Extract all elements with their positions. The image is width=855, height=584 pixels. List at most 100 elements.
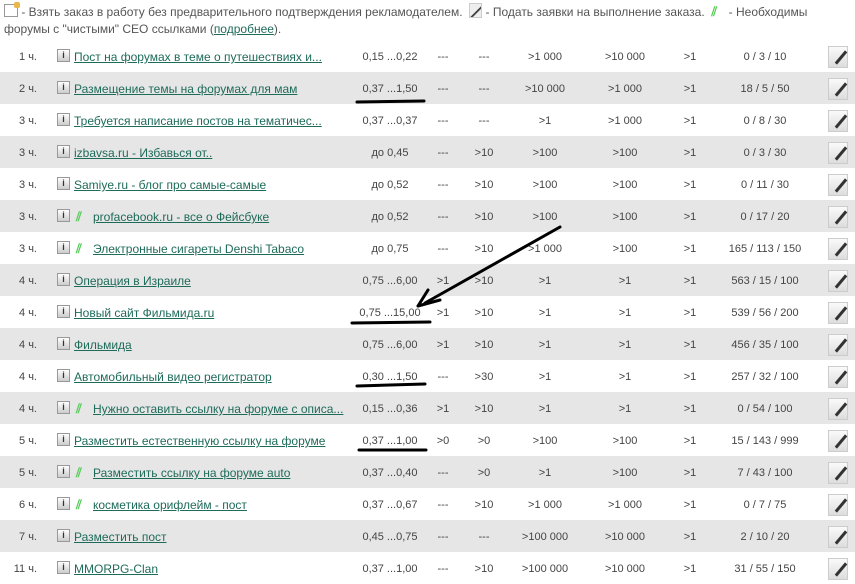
order-title-link[interactable]: Разместить пост <box>74 530 167 544</box>
table-row: 4 ч. i Операция в Израиле 0,75 ...6,00 >1 >10… <box>0 264 855 296</box>
apply-edit-icon[interactable] <box>828 78 848 100</box>
cell-f: 7 / 43 / 100 <box>737 467 793 479</box>
order-title-link[interactable]: Фильмида <box>74 338 132 352</box>
info-icon[interactable]: i <box>57 241 70 254</box>
cell-f: 0 / 54 / 100 <box>737 403 793 415</box>
apply-edit-icon[interactable] <box>828 462 848 484</box>
cell-f: 0 / 3 / 30 <box>743 147 787 159</box>
info-icon[interactable]: i <box>57 561 70 574</box>
time-ago: 2 ч. <box>19 83 37 95</box>
apply-edit-icon[interactable] <box>828 46 848 68</box>
cell-e: >1 <box>683 179 697 191</box>
cell-f: 2 / 10 / 20 <box>740 531 790 543</box>
info-icon[interactable]: i <box>57 177 70 190</box>
cell-e: >1 <box>683 147 697 159</box>
time-ago: 3 ч. <box>19 243 37 255</box>
time-ago: 4 ч. <box>19 339 37 351</box>
order-title-link[interactable]: Нужно оставить ссылку на форуме с описа.… <box>93 402 343 416</box>
time-ago: 7 ч. <box>19 531 37 543</box>
order-title-link[interactable]: косметика орифлейм - пост <box>93 498 247 512</box>
table-row: 3 ч. i Samiye.ru - блог про самые-самые до … <box>0 168 855 200</box>
cell-f: 0 / 8 / 30 <box>743 115 787 127</box>
paperclip-icon: ⫽ <box>76 209 82 224</box>
apply-edit-icon[interactable] <box>828 366 848 388</box>
order-title-link[interactable]: profacebook.ru - все о Фейсбуке <box>93 210 269 224</box>
table-row: 4 ч. i Фильмида 0,75 ...6,00 >1 >10 >1 >1 >1 456 … <box>0 328 855 360</box>
legend-apply-text: - Подать заявки на выполнение заказа. <box>482 5 705 19</box>
apply-edit-icon[interactable] <box>828 494 848 516</box>
cell-c: >100 000 <box>521 531 569 543</box>
info-icon[interactable]: i <box>57 369 70 382</box>
apply-edit-icon[interactable] <box>828 334 848 356</box>
info-icon[interactable]: i <box>57 49 70 62</box>
apply-edit-icon[interactable] <box>828 206 848 228</box>
table-row: 6 ч. i ⫽ косметика орифлейм - пост 0,37 ...0… <box>0 488 855 520</box>
info-icon[interactable]: i <box>57 433 70 446</box>
info-icon[interactable]: i <box>57 401 70 414</box>
apply-edit-icon[interactable] <box>828 302 848 324</box>
apply-edit-icon[interactable] <box>828 430 848 452</box>
order-title-link[interactable]: Пост на форумах в теме о путешествиях и.… <box>74 50 322 64</box>
cell-c: >1 000 <box>528 51 562 63</box>
cell-f: 165 / 113 / 150 <box>728 243 802 255</box>
table-row: 4 ч. i Автомобильный видео регистратор 0,30… <box>0 360 855 392</box>
order-title-link[interactable]: Новый сайт Фильмида.ru <box>74 306 214 320</box>
order-title-link[interactable]: Samiye.ru - блог про самые-самые <box>74 178 266 192</box>
cell-f: 0 / 11 / 30 <box>740 179 790 191</box>
time-ago: 4 ч. <box>19 371 37 383</box>
apply-edit-icon[interactable] <box>828 270 848 292</box>
info-icon[interactable]: i <box>57 145 70 158</box>
info-icon[interactable]: i <box>57 113 70 126</box>
info-icon[interactable]: i <box>57 465 70 478</box>
cell-f: 0 / 17 / 20 <box>740 211 790 223</box>
legend-take-text: - Взять заказ в работу без предварительн… <box>18 5 463 19</box>
apply-edit-icon[interactable] <box>828 174 848 196</box>
order-title-link[interactable]: izbavsa.ru - Избавься от.. <box>74 146 212 160</box>
apply-edit-icon[interactable] <box>828 142 848 164</box>
info-icon[interactable]: i <box>57 305 70 318</box>
cell-f: 0 / 7 / 75 <box>743 499 787 511</box>
cell-c: >1 000 <box>528 243 562 255</box>
cell-f: 15 / 143 / 999 <box>731 435 799 447</box>
apply-edit-icon[interactable] <box>828 526 848 548</box>
table-row: 3 ч. i Требуется написание постов на темат… <box>0 104 855 136</box>
order-title-link[interactable]: Разместить естественную ссылку на форуме <box>74 434 325 448</box>
apply-edit-icon[interactable] <box>828 238 848 260</box>
table-row: 2 ч. i Размещение темы на форумах для мам 0… <box>0 72 855 104</box>
time-ago: 3 ч. <box>19 211 37 223</box>
order-title-link[interactable]: Автомобильный видео регистратор <box>74 370 272 384</box>
order-title-link[interactable]: MMORPG-Clan <box>74 562 158 576</box>
cell-c: >1 <box>538 115 552 127</box>
info-icon[interactable]: i <box>57 497 70 510</box>
info-icon[interactable]: i <box>57 209 70 222</box>
order-title-link[interactable]: Операция в Израиле <box>74 274 191 288</box>
info-icon[interactable]: i <box>57 337 70 350</box>
more-link[interactable]: подробнее <box>214 22 274 36</box>
cell-e: >1 <box>683 83 697 95</box>
time-ago: 6 ч. <box>19 499 37 511</box>
order-title-link[interactable]: Электронные сигареты Denshi Tabaco <box>93 242 304 256</box>
paperclip-icon: ⫽ <box>711 4 718 19</box>
cell-e: >1 <box>683 531 697 543</box>
paperclip-icon: ⫽ <box>76 497 82 512</box>
order-title-link[interactable]: Разместить ссылку на форуме auto <box>93 466 290 480</box>
time-ago: 3 ч. <box>19 147 37 159</box>
cell-e: >1 <box>683 275 697 287</box>
order-title-link[interactable]: Размещение темы на форумах для мам <box>74 82 297 96</box>
time-ago: 3 ч. <box>19 179 37 191</box>
cell-e: >1 <box>683 467 697 479</box>
cell-f: 31 / 55 / 150 <box>734 563 796 575</box>
apply-icon <box>469 3 483 18</box>
apply-edit-icon[interactable] <box>828 558 848 580</box>
info-icon[interactable]: i <box>57 81 70 94</box>
apply-edit-icon[interactable] <box>828 398 848 420</box>
cell-c: >100 <box>532 211 558 223</box>
apply-edit-icon[interactable] <box>828 110 848 132</box>
cell-f: 539 / 56 / 200 <box>731 307 799 319</box>
cell-e: >1 <box>683 115 697 127</box>
order-title-link[interactable]: Требуется написание постов на тематичес.… <box>74 114 322 128</box>
info-icon[interactable]: i <box>57 529 70 542</box>
take-order-icon <box>4 2 20 17</box>
info-icon[interactable]: i <box>57 273 70 286</box>
time-ago: 3 ч. <box>19 115 37 127</box>
